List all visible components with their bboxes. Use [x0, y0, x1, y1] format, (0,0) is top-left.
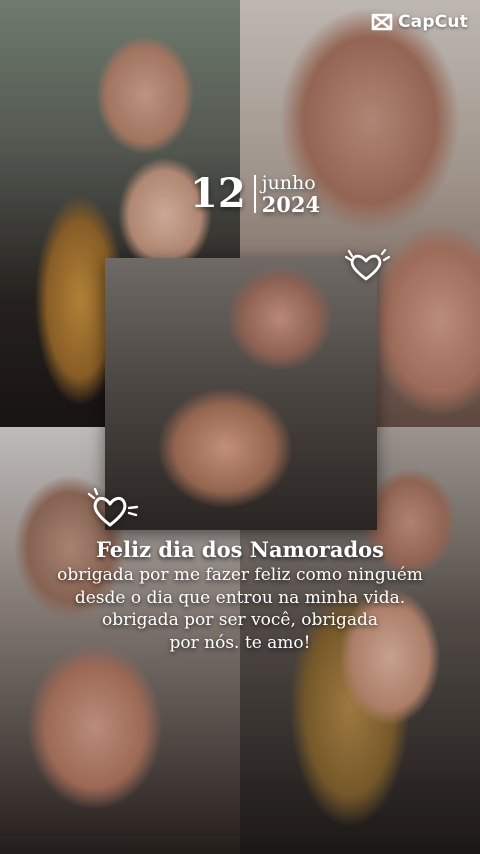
message-line: desde o dia que entrou na minha vida. [74, 587, 406, 608]
date-year: 2024 [261, 192, 321, 217]
message-title: Feliz dia dos Namorados [96, 537, 384, 562]
capcut-wordmark: CapCut [397, 12, 468, 32]
message-line: obrigada por ser você, obrigada [101, 610, 379, 630]
date-divider [253, 175, 256, 213]
capcut-logo-icon [371, 13, 393, 31]
heart-doodle-icon [87, 488, 139, 527]
message-line: obrigada por me fazer feliz como ninguém [57, 565, 423, 585]
message-line: por nós. te amo! [169, 632, 311, 653]
date-label: 12 junho 2024 [190, 172, 320, 216]
message-block: Feliz dia dos Namorados obrigada por me … [40, 536, 440, 654]
photo-center [105, 258, 377, 530]
date-month: junho [261, 172, 316, 194]
message-body: obrigada por me fazer feliz como ninguém… [40, 564, 440, 654]
capcut-logo: CapCut [371, 12, 468, 32]
heart-doodle-icon [344, 248, 390, 281]
date-day: 12 [190, 170, 246, 217]
